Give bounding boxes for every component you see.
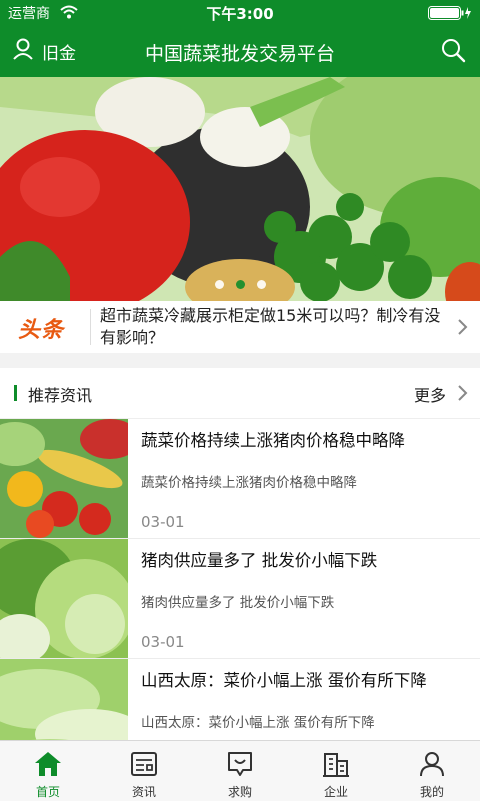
news-thumbnail <box>0 539 128 658</box>
carousel-dot[interactable] <box>256 280 266 289</box>
chevron-right-icon <box>458 319 468 339</box>
nav-bar: 旧金 中国蔬菜批发交易平台 <box>0 24 480 77</box>
news-summary: 山西太原：菜价小幅上涨 蛋价有所下降 <box>141 715 375 731</box>
recommended-news-header: 推荐资讯 更多 <box>0 368 480 419</box>
divider <box>90 309 91 345</box>
page-title: 中国蔬菜批发交易平台 <box>144 43 335 65</box>
headline-badge: 头条 <box>18 318 65 343</box>
news-title: 蔬菜价格持续上涨猪肉价格稳中略降 <box>141 431 405 450</box>
search-icon <box>440 39 466 67</box>
carousel-indicator <box>0 280 480 289</box>
clock: 下午3:00 <box>206 5 274 23</box>
headline-text[interactable]: 超市蔬菜冷藏展示柜定做15米可以吗？制冷有没有影响？ <box>100 305 452 349</box>
tab-home[interactable]: 首页 <box>0 741 96 801</box>
news-title: 猪肉供应量多了 批发价小幅下跌 <box>141 551 378 570</box>
section-title: 推荐资讯 <box>28 386 93 405</box>
tab-label: 企业 <box>323 785 348 799</box>
news-thumbnail <box>0 659 128 740</box>
news-item[interactable]: 猪肉供应量多了 批发价小幅下跌 猪肉供应量多了 批发价小幅下跌 03-01 <box>0 539 480 659</box>
tab-purchase[interactable]: 求购 <box>192 741 288 801</box>
news-icon <box>131 752 157 776</box>
news-item[interactable]: 山西太原：菜价小幅上涨 蛋价有所下降 山西太原：菜价小幅上涨 蛋价有所下降 <box>0 659 480 740</box>
tab-label: 求购 <box>227 785 252 799</box>
news-summary: 猪肉供应量多了 批发价小幅下跌 <box>141 595 335 611</box>
user-icon <box>420 752 444 777</box>
tab-label: 我的 <box>419 785 444 799</box>
banner-carousel[interactable] <box>0 77 480 301</box>
purchase-icon <box>228 752 252 776</box>
news-title: 山西太原：菜价小幅上涨 蛋价有所下降 <box>141 671 427 690</box>
news-summary: 蔬菜价格持续上涨猪肉价格稳中略降 <box>141 475 357 491</box>
news-item[interactable]: 蔬菜价格持续上涨猪肉价格稳中略降 蔬菜价格持续上涨猪肉价格稳中略降 03-01 <box>0 419 480 539</box>
home-icon <box>35 752 61 776</box>
building-icon <box>323 753 349 777</box>
news-date: 03-01 <box>141 633 185 651</box>
tab-bar: 首页 资讯 求购 企业 我的 <box>0 740 480 801</box>
news-thumbnail <box>0 419 128 538</box>
tab-label: 资讯 <box>131 785 156 799</box>
news-date: 03-01 <box>141 513 185 531</box>
tab-news[interactable]: 资讯 <box>96 741 192 801</box>
status-bar: 运营商 下午3:00 <box>0 0 480 24</box>
battery-icon <box>428 5 472 20</box>
chevron-right-icon[interactable] <box>458 385 468 405</box>
news-list: 蔬菜价格持续上涨猪肉价格稳中略降 蔬菜价格持续上涨猪肉价格稳中略降 03-01 … <box>0 419 480 740</box>
more-link[interactable]: 更多 <box>414 382 446 406</box>
section-accent-bar <box>14 385 17 401</box>
banner-image <box>0 77 480 301</box>
tab-profile[interactable]: 我的 <box>384 741 480 801</box>
headline-ticker[interactable]: 头条 超市蔬菜冷藏展示柜定做15米可以吗？制冷有没有影响？ <box>0 301 480 353</box>
search-button[interactable] <box>440 37 466 67</box>
carousel-dot-active[interactable] <box>235 280 245 289</box>
tab-label: 首页 <box>35 785 60 799</box>
carousel-dot[interactable] <box>214 280 224 289</box>
tab-enterprise[interactable]: 企业 <box>288 741 384 801</box>
